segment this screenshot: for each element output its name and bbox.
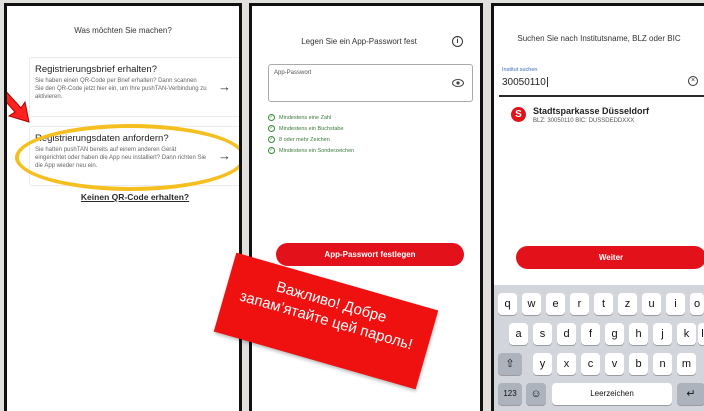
check-icon: ✓ [268, 136, 275, 143]
screen-title: Suchen Sie nach Institutsname, BLZ oder … [517, 34, 681, 43]
check-icon: ✓ [268, 125, 275, 132]
screen-registration-choice: Was möchten Sie machen? Registrierungsbr… [4, 3, 242, 411]
institution-search-input[interactable]: Institut suchen 30050110 × [499, 65, 704, 97]
search-result-item[interactable]: S Stadtsparkasse Düsseldorf BLZ: 3005011… [500, 102, 704, 130]
on-screen-keyboard: q w e r t z u i o a s d f g h j k l ⇧ y … [494, 285, 704, 411]
password-rules: ✓ Mindestens eine Zahl ✓ Mindestens ein … [268, 112, 354, 156]
rule-item: ✓ 8 oder mehr Zeichen [268, 134, 354, 145]
no-qr-code-link[interactable]: Keinen QR-Code erhalten? [29, 192, 239, 202]
institution-name: Stadtsparkasse Düsseldorf [533, 106, 650, 116]
key-f[interactable]: f [581, 323, 600, 345]
app-password-input[interactable]: App-Passwort [268, 64, 473, 102]
rule-item: ✓ Mindestens ein Buchstabe [268, 123, 354, 134]
key-l[interactable]: l [698, 323, 704, 345]
key-y[interactable]: y [533, 353, 552, 375]
key-j[interactable]: j [653, 323, 672, 345]
info-icon[interactable]: i [452, 36, 463, 47]
key-e[interactable]: e [546, 293, 565, 315]
check-icon: ✓ [268, 114, 275, 121]
option-title: Registrierungsbrief erhalten? [35, 64, 157, 75]
key-n[interactable]: n [653, 353, 672, 375]
shift-icon[interactable]: ⇧ [498, 353, 522, 375]
key-g[interactable]: g [605, 323, 624, 345]
key-d[interactable]: d [557, 323, 576, 345]
arrow-right-icon: → [218, 79, 231, 94]
rule-item: ✓ Mindestens ein Sonderzeichen [268, 145, 354, 156]
key-a[interactable]: a [509, 323, 528, 345]
check-icon: ✓ [268, 147, 275, 154]
return-icon[interactable]: ↵ [677, 383, 704, 405]
rule-text: 8 oder mehr Zeichen [279, 136, 330, 143]
key-w[interactable]: w [522, 293, 541, 315]
key-c[interactable]: c [581, 353, 600, 375]
key-v[interactable]: v [605, 353, 624, 375]
key-z[interactable]: z [618, 293, 637, 315]
option-registration-letter[interactable]: Registrierungsbrief erhalten? Sie haben … [29, 57, 239, 117]
rule-item: ✓ Mindestens eine Zahl [268, 112, 354, 123]
key-m[interactable]: m [677, 353, 696, 375]
key-b[interactable]: b [629, 353, 648, 375]
key-r[interactable]: r [570, 293, 589, 315]
key-t[interactable]: t [594, 293, 613, 315]
key-o[interactable]: o [690, 293, 704, 315]
highlight-ellipse [15, 124, 239, 191]
screen-title: Was möchten Sie machen? [74, 26, 172, 35]
institution-codes: BLZ: 30050110 BIC: DUSSDEDDXXX [533, 118, 635, 124]
key-x[interactable]: x [557, 353, 576, 375]
rule-text: Mindestens ein Buchstabe [279, 125, 344, 132]
continue-button[interactable]: Weiter [516, 246, 704, 269]
key-h[interactable]: h [629, 323, 648, 345]
rule-text: Mindestens ein Sonderzeichen [279, 147, 355, 154]
emoji-icon[interactable]: ☺ [526, 383, 546, 405]
rule-text: Mindestens eine Zahl [279, 114, 332, 121]
key-s[interactable]: s [533, 323, 552, 345]
option-description: Sie haben einen QR-Code per Brief erhalt… [35, 78, 207, 100]
key-i[interactable]: i [666, 293, 685, 315]
field-label: Institut suchen [502, 67, 538, 73]
space-key[interactable]: Leerzeichen [552, 383, 672, 405]
text-caret [546, 77, 548, 88]
key-u[interactable]: u [642, 293, 661, 315]
clear-icon[interactable]: × [688, 76, 698, 86]
field-label: App-Passwort [274, 70, 312, 76]
search-value-text: 30050110 [502, 77, 546, 88]
eye-icon[interactable] [452, 78, 464, 88]
screen-title: Legen Sie ein App-Passwort fest [301, 37, 417, 46]
key-q[interactable]: q [498, 293, 517, 315]
sparkasse-logo-icon: S [511, 107, 526, 122]
red-arrow-icon [7, 91, 30, 123]
numbers-key[interactable]: 123 [498, 383, 522, 405]
key-k[interactable]: k [677, 323, 696, 345]
set-password-button[interactable]: App-Passwort festlegen [276, 243, 464, 266]
screen-institution-search: Suchen Sie nach Institutsname, BLZ oder … [491, 3, 704, 411]
search-value: 30050110 [502, 77, 548, 88]
